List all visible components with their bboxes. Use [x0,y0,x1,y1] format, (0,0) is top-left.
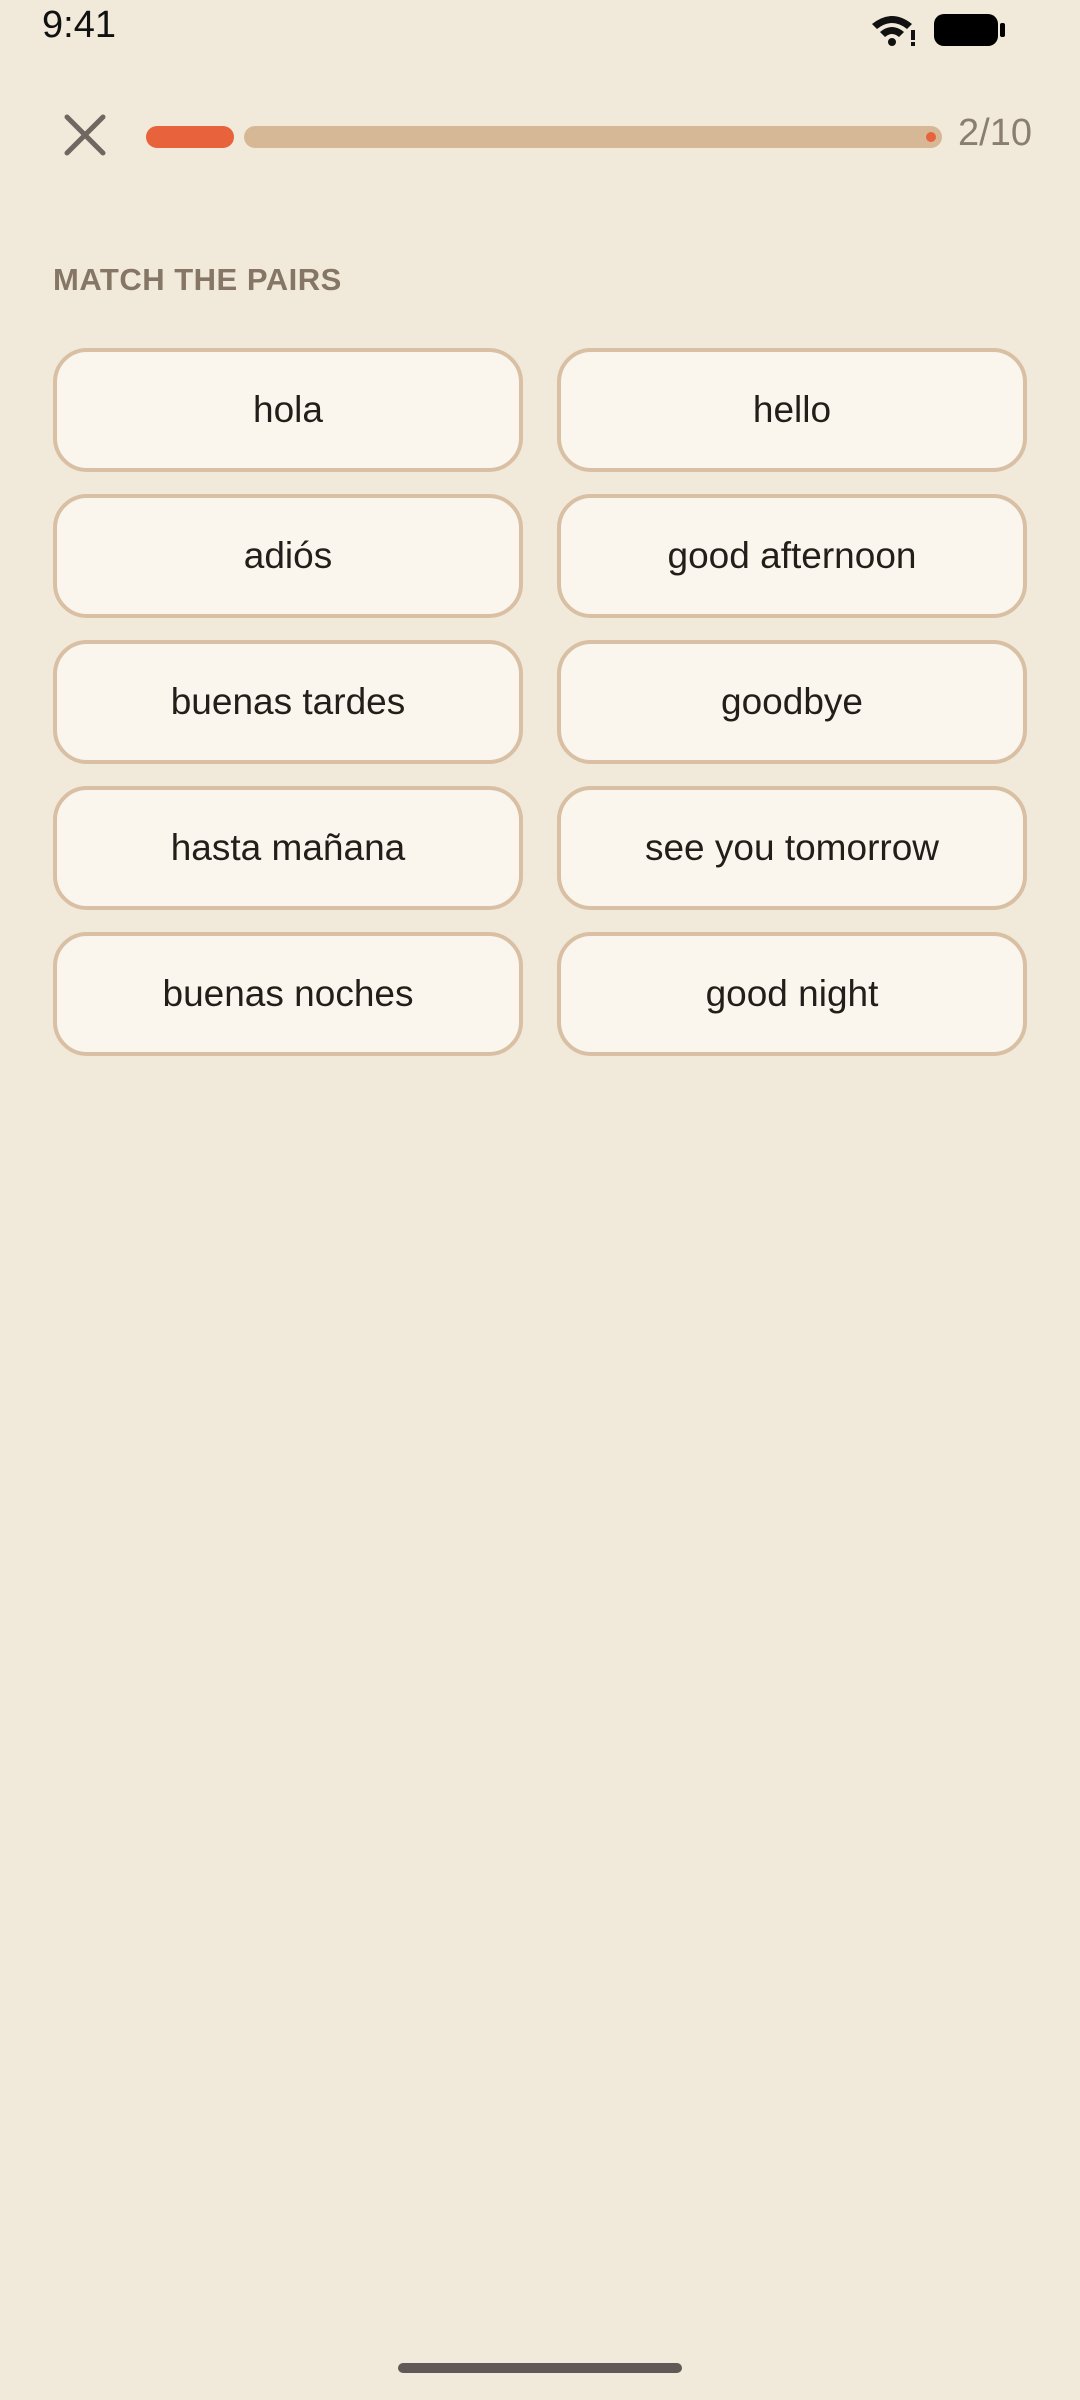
right-tile-hello[interactable]: hello [557,348,1027,472]
left-tile-buenas-tardes[interactable]: buenas tardes [53,640,523,764]
right-tile-see-you-tomorrow[interactable]: see you tomorrow [557,786,1027,910]
progress-remaining [244,126,942,148]
home-indicator[interactable] [398,2363,682,2373]
close-button[interactable] [50,102,120,172]
right-tile-good-afternoon[interactable]: good afternoon [557,494,1027,618]
lesson-progress-bar [146,126,942,148]
left-tile-hola[interactable]: hola [53,348,523,472]
status-time: 9:41 [42,4,116,46]
left-tile-buenas-noches[interactable]: buenas noches [53,932,523,1056]
progress-fill [146,126,234,148]
progress-end-dot [926,132,936,142]
prompt-title: MATCH THE PAIRS [53,262,342,297]
close-icon [62,112,108,163]
right-tile-goodbye[interactable]: goodbye [557,640,1027,764]
match-pairs-grid: hola hello adiós good afternoon buenas t… [53,348,1027,1056]
status-bar: 9:41 [0,0,1080,60]
right-tile-good-night[interactable]: good night [557,932,1027,1056]
left-tile-hasta-manana[interactable]: hasta mañana [53,786,523,910]
battery-full-icon [932,12,1008,48]
progress-counter: 2/10 [958,112,1032,154]
wifi-alert-icon [870,12,918,48]
left-tile-adios[interactable]: adiós [53,494,523,618]
